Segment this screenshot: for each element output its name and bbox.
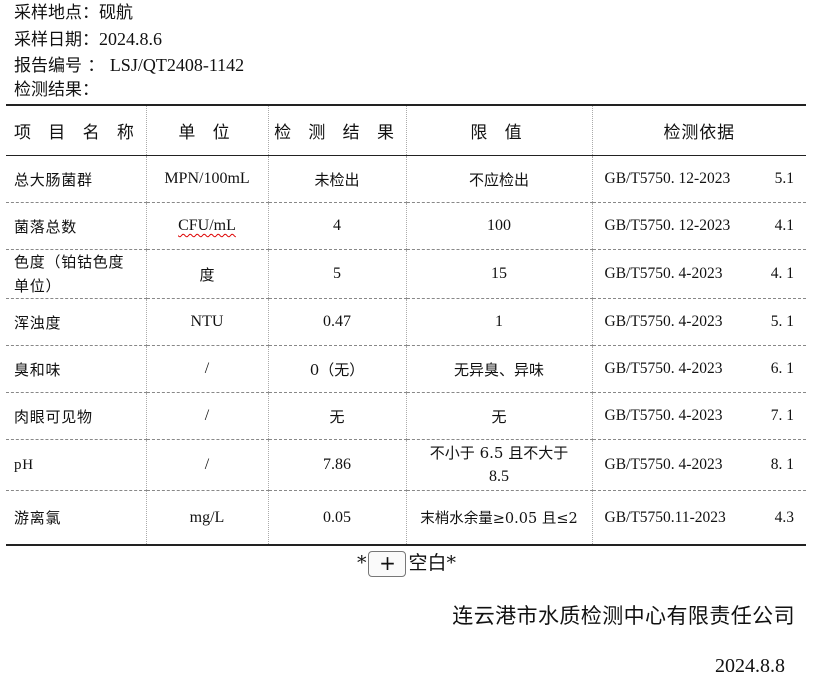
add-row-button[interactable]: +	[368, 551, 407, 577]
table-row: pH / 7.86 不小于 6.5 且不大于 8.5 GB/T5750. 4-20…	[6, 439, 806, 491]
table-row: 游离氯 mg/L 0.05 末梢水余量≥0.05 且≤2 GB/T5750.11…	[6, 490, 806, 546]
basis-section: 5.1	[774, 170, 794, 187]
item-basis: GB/T5750. 4-2023 6. 1	[591, 345, 806, 393]
item-result: 7.86	[267, 439, 406, 491]
table-row: 浑浊度 NTU 0.47 1 GB/T5750. 4-2023 5. 1	[6, 298, 806, 346]
item-limit: 不小于 6.5 且不大于 8.5	[405, 439, 592, 491]
basis-section: 4. 1	[770, 265, 794, 282]
item-basis: GB/T5750.11-2023 4.3	[591, 490, 806, 546]
sampling-date-label: 采样日期：	[14, 30, 99, 50]
item-unit: /	[145, 392, 268, 440]
sampling-location-line: 采样地点：砚航	[14, 2, 133, 24]
sampling-date-line: 采样日期：2024.8.6	[14, 28, 162, 51]
item-unit: MPN/100mL	[145, 155, 268, 203]
item-name: 肉眼可见物	[6, 392, 146, 440]
item-basis: GB/T5750. 4-2023 7. 1	[591, 392, 806, 440]
basis-section: 5. 1	[770, 313, 794, 330]
item-limit: 无	[405, 392, 592, 440]
basis-section: 4.3	[774, 508, 794, 526]
basis-standard: GB/T5750. 4-2023	[604, 407, 723, 424]
blank-prefix: *	[356, 552, 367, 574]
col-header-result: 检 测 结 果	[267, 104, 406, 156]
item-result: 5	[267, 249, 406, 299]
table-row: 总大肠菌群 MPN/100mL 未检出 不应检出 GB/T5750. 12-20…	[6, 155, 806, 203]
item-result: 无	[267, 392, 406, 440]
blank-suffix: 空白*	[408, 552, 456, 574]
item-name-line1: 色度（铂钴色度	[14, 253, 125, 271]
table-header-row: 项 目 名 称 单 位 检 测 结 果 限 值 检测依据	[6, 104, 806, 156]
basis-standard: GB/T5750. 4-2023	[604, 265, 723, 282]
sampling-date-value: 2024.8.6	[99, 29, 162, 49]
basis-standard: GB/T5750.11-2023	[604, 508, 726, 526]
item-name: 总大肠菌群	[6, 155, 146, 203]
item-name: 色度（铂钴色度 单位）	[6, 249, 146, 299]
col-header-item: 项 目 名 称	[6, 104, 146, 156]
basis-standard: GB/T5750. 12-2023	[604, 217, 731, 234]
item-unit: NTU	[145, 298, 268, 346]
item-unit: /	[145, 345, 268, 393]
report-number-line: 报告编号 ： LSJ/QT2408-1142	[14, 54, 244, 77]
table-row: 菌落总数 CFU/mL 4 100 GB/T5750. 12-2023 4.1	[6, 202, 806, 250]
item-limit: 不应检出	[405, 155, 592, 203]
item-name: 菌落总数	[6, 202, 146, 250]
item-name: 臭和味	[6, 345, 146, 393]
item-limit: 100	[405, 202, 592, 250]
blank-marker: * + 空白*	[0, 548, 813, 577]
item-unit: CFU/mL	[145, 202, 268, 250]
report-number-label: 报告编号 ：	[14, 56, 105, 76]
issue-date: 2024.8.8	[715, 655, 785, 677]
item-basis: GB/T5750. 12-2023 5.1	[591, 155, 806, 203]
item-limit-line1: 不小于 6.5 且不大于	[429, 444, 569, 462]
item-unit-text: CFU/mL	[178, 217, 236, 234]
item-basis: GB/T5750. 4-2023 4. 1	[591, 249, 806, 299]
item-unit: /	[145, 439, 268, 491]
item-name: 浑浊度	[6, 298, 146, 346]
sampling-location-value: 砚航	[99, 3, 133, 23]
item-name-line2: 单位）	[14, 277, 62, 295]
basis-section: 6. 1	[770, 360, 794, 377]
basis-section: 8. 1	[770, 456, 794, 473]
basis-section: 7. 1	[770, 407, 794, 424]
item-basis: GB/T5750. 4-2023 8. 1	[591, 439, 806, 491]
results-heading: 检测结果：	[14, 80, 99, 100]
basis-standard: GB/T5750. 4-2023	[604, 313, 723, 330]
item-result: 0.05	[267, 490, 406, 546]
col-header-limit: 限 值	[405, 104, 592, 156]
item-limit: 末梢水余量≥0.05 且≤2	[405, 490, 592, 546]
sampling-location-label: 采样地点：	[14, 3, 99, 23]
item-basis: GB/T5750. 4-2023 5. 1	[591, 298, 806, 346]
item-result: 0（无）	[267, 345, 406, 393]
item-name: 游离氯	[6, 490, 146, 546]
table-row: 色度（铂钴色度 单位） 度 5 15 GB/T5750. 4-2023 4. 1	[6, 249, 806, 299]
item-basis: GB/T5750. 12-2023 4.1	[591, 202, 806, 250]
results-table: 项 目 名 称 单 位 检 测 结 果 限 值 检测依据 总大肠菌群 MPN/1…	[6, 104, 806, 546]
item-limit: 15	[405, 249, 592, 299]
item-limit: 1	[405, 298, 592, 346]
item-limit-line2: 8.5	[489, 468, 509, 485]
basis-standard: GB/T5750. 4-2023	[604, 456, 723, 473]
item-unit: 度	[145, 249, 268, 299]
table-row: 肉眼可见物 / 无 无 GB/T5750. 4-2023 7. 1	[6, 392, 806, 440]
col-header-basis: 检测依据	[591, 104, 806, 156]
item-name: pH	[6, 439, 146, 491]
item-result: 0.47	[267, 298, 406, 346]
basis-section: 4.1	[774, 217, 794, 234]
table-row: 臭和味 / 0（无） 无异臭、异味 GB/T5750. 4-2023 6. 1	[6, 345, 806, 393]
report-number-value: LSJ/QT2408-1142	[109, 55, 245, 75]
item-unit: mg/L	[145, 490, 268, 546]
item-result: 4	[267, 202, 406, 250]
col-header-unit: 单 位	[145, 104, 268, 156]
item-result: 未检出	[267, 155, 406, 203]
company-name: 连云港市水质检测中心有限责任公司	[452, 604, 795, 628]
item-limit: 无异臭、异味	[405, 345, 592, 393]
basis-standard: GB/T5750. 4-2023	[604, 360, 723, 377]
basis-standard: GB/T5750. 12-2023	[604, 170, 731, 187]
